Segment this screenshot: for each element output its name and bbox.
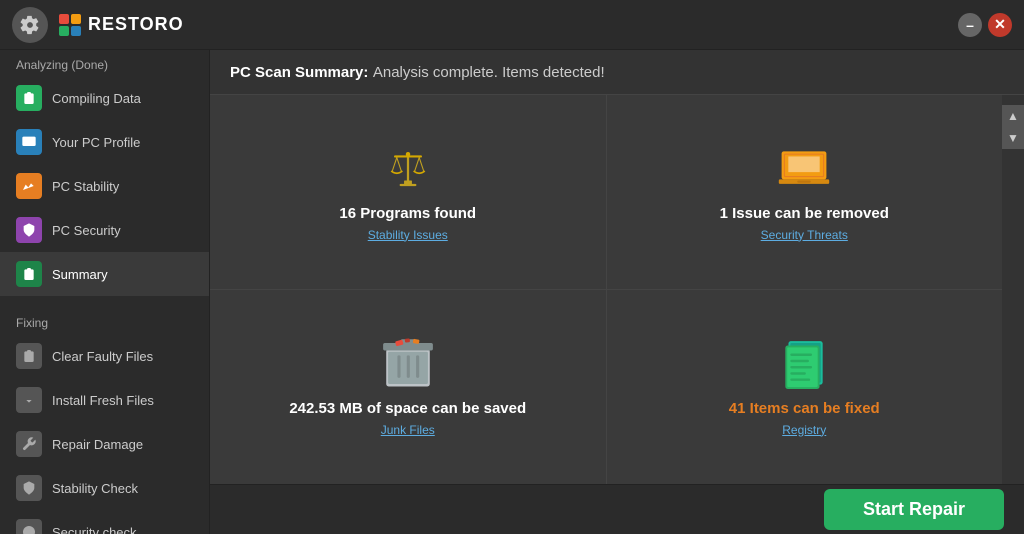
bottom-bar: Start Repair [210,484,1024,534]
card-programs-found: 16 Programs found Stability Issues [210,95,606,289]
scroll-down-button[interactable]: ▼ [1002,127,1024,149]
card-registry-title: 41 Items can be fixed [729,400,880,417]
close-button[interactable]: ✕ [988,13,1012,37]
sidebar-item-clear-faulty[interactable]: Clear Faulty Files [0,334,209,378]
pc-security-icon [16,217,42,243]
pc-profile-icon [16,129,42,155]
card-space-subtitle[interactable]: Junk Files [381,423,435,437]
card-issue-subtitle[interactable]: Security Threats [761,228,848,242]
header-normal: Analysis complete. Items detected! [373,64,605,81]
analyzing-section-label: Analyzing (Done) [0,50,209,76]
sidebar-item-install-fresh[interactable]: Install Fresh Files [0,378,209,422]
install-fresh-label: Install Fresh Files [52,393,154,408]
card-issue-title: 1 Issue can be removed [720,205,889,222]
app-logo-text: RESTORO [88,14,184,35]
sidebar-item-pc-profile[interactable]: Your PC Profile [0,120,209,164]
sidebar-item-pc-stability[interactable]: PC Stability [0,164,209,208]
card-registry-subtitle[interactable]: Registry [782,423,826,437]
logo-area: RESTORO [58,13,184,37]
stability-check-label: Stability Check [52,481,138,496]
summary-icon [16,261,42,287]
clear-faulty-label: Clear Faulty Files [52,349,153,364]
trash-icon [382,338,434,394]
sidebar-item-security-check[interactable]: Security check [0,510,209,534]
sidebar-item-summary[interactable]: Summary [0,252,209,296]
title-bar-left: RESTORO [12,7,958,43]
window-controls: – ✕ [958,13,1012,37]
compiling-data-icon [16,85,42,111]
settings-button[interactable] [12,7,48,43]
sidebar-item-compiling-data[interactable]: Compiling Data [0,76,209,120]
sidebar-item-pc-security[interactable]: PC Security [0,208,209,252]
clear-faulty-icon [16,343,42,369]
security-check-label: Security check [52,525,137,534]
pc-stability-icon [16,173,42,199]
sidebar: Analyzing (Done) Compiling Data Your PC … [0,50,210,534]
card-programs-title: 16 Programs found [339,205,476,222]
card-issue-removed: 1 Issue can be removed Security Threats [607,95,1003,289]
cards-grid: 16 Programs found Stability Issues [210,95,1002,484]
scroll-up-button[interactable]: ▲ [1002,105,1024,127]
fixing-section-label: Fixing [0,308,209,334]
security-check-icon [16,519,42,534]
title-bar: RESTORO – ✕ [0,0,1024,50]
repair-damage-label: Repair Damage [52,437,143,452]
card-items-fixed: 41 Items can be fixed Registry [607,290,1003,484]
scroll-controls: ▲ ▼ [1002,105,1024,149]
sidebar-item-stability-check[interactable]: Stability Check [0,466,209,510]
pc-stability-label: PC Stability [52,179,119,194]
registry-icon [778,338,830,394]
sidebar-item-repair-damage[interactable]: Repair Damage [0,422,209,466]
summary-label: Summary [52,267,108,282]
repair-damage-icon [16,431,42,457]
pc-security-label: PC Security [52,223,121,238]
card-programs-subtitle[interactable]: Stability Issues [368,228,448,242]
gear-icon [20,15,40,35]
header-bold: PC Scan Summary: [230,64,368,81]
card-space-title: 242.53 MB of space can be saved [289,400,526,417]
stability-check-icon [16,475,42,501]
scale-icon [380,143,436,199]
card-space-saved: 242.53 MB of space can be saved Junk Fil… [210,290,606,484]
compiling-data-label: Compiling Data [52,91,141,106]
minimize-button[interactable]: – [958,13,982,37]
install-fresh-icon [16,387,42,413]
main-layout: Analyzing (Done) Compiling Data Your PC … [0,50,1024,534]
restoro-logo-icon [58,13,82,37]
pc-profile-label: Your PC Profile [52,135,140,150]
scan-summary-header: PC Scan Summary: Analysis complete. Item… [210,50,1024,95]
content-area: PC Scan Summary: Analysis complete. Item… [210,50,1024,534]
laptop-icon [776,143,832,199]
start-repair-button[interactable]: Start Repair [824,489,1004,530]
